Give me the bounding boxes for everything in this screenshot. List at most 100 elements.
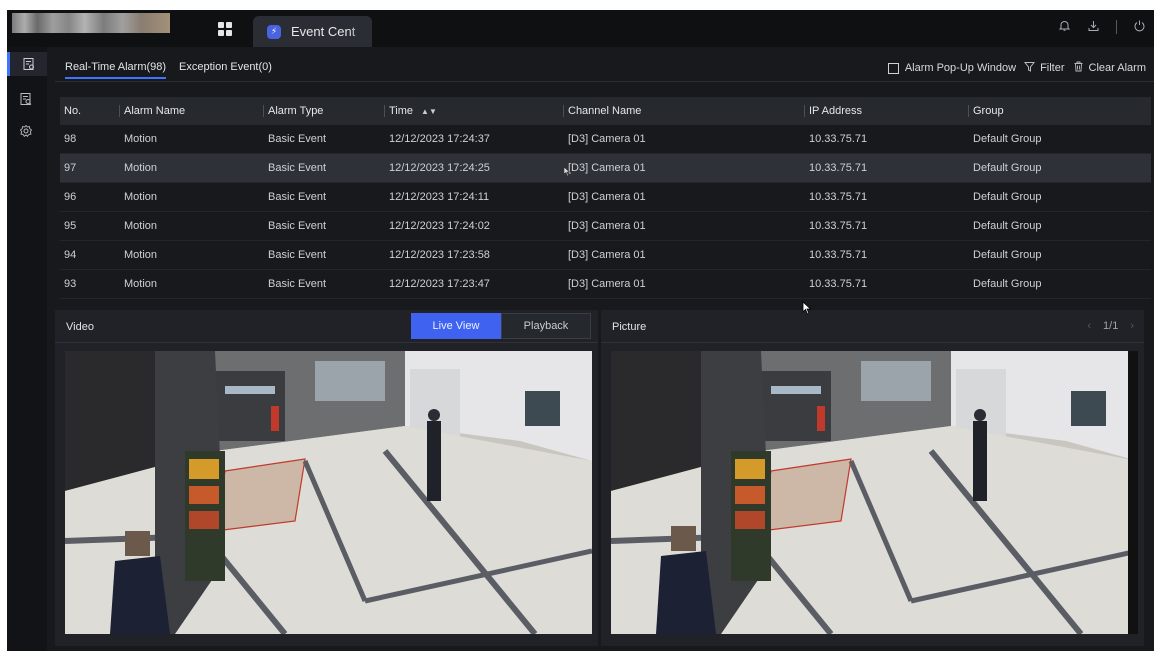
video-panel: Video Live View Playback bbox=[55, 310, 598, 646]
alarm-popup-label: Alarm Pop-Up Window bbox=[904, 62, 1017, 74]
col-time[interactable]: Time ▲▼ bbox=[384, 97, 437, 125]
camera-snapshot bbox=[611, 351, 1138, 634]
table-row[interactable]: 93 Motion Basic Event 12/12/2023 17:23:47 [D… bbox=[60, 270, 1151, 299]
col-channel-name[interactable]: Channel Name bbox=[562, 97, 641, 125]
cell-alarm-type: Basic Event bbox=[268, 191, 327, 203]
page-indicator: 1/1 bbox=[1103, 320, 1119, 332]
cell-group: Default Group bbox=[973, 220, 1042, 232]
cell-time: 12/12/2023 17:24:02 bbox=[389, 220, 490, 232]
top-bar: ⚡ Event Cent bbox=[7, 10, 1154, 47]
cell-ip-address: 10.33.75.71 bbox=[809, 220, 868, 232]
alarm-sub-tabs: Real-Time Alarm(98) Exception Event(0) A… bbox=[55, 47, 1154, 82]
table-header: No. Alarm Name Alarm Type Time ▲▼ Channe… bbox=[60, 97, 1151, 125]
brand-logo bbox=[12, 13, 170, 33]
col-alarm-type[interactable]: Alarm Type bbox=[262, 97, 323, 125]
filter-icon bbox=[1024, 61, 1036, 75]
cell-alarm-name: Motion bbox=[124, 191, 158, 203]
table-actions: Alarm Pop-Up Window Filter Clear Alarm bbox=[887, 61, 1146, 75]
cell-time: 12/12/2023 17:23:47 bbox=[389, 278, 490, 290]
filter-label: Filter bbox=[1040, 62, 1065, 74]
cell-ip-address: 10.33.75.71 bbox=[809, 133, 868, 145]
table-body: 98 Motion Basic Event 12/12/2023 17:24:37 [D… bbox=[60, 125, 1151, 299]
cell-no: 97 bbox=[64, 162, 77, 174]
clear-alarm-label: Clear Alarm bbox=[1088, 62, 1146, 74]
cell-channel-name: [D3] Camera 01 bbox=[568, 191, 646, 203]
cell-alarm-name: Motion bbox=[124, 162, 158, 174]
tab-event-center-label: Event Cent bbox=[291, 24, 356, 39]
camera-scene bbox=[65, 351, 592, 634]
cell-alarm-name: Motion bbox=[124, 133, 158, 145]
settings-gear-icon[interactable] bbox=[14, 119, 38, 143]
cell-group: Default Group bbox=[973, 162, 1042, 174]
playback-button[interactable]: Playback bbox=[501, 313, 591, 339]
cell-time: 12/12/2023 17:24:11 bbox=[389, 191, 490, 203]
cell-group: Default Group bbox=[973, 278, 1042, 290]
cell-group: Default Group bbox=[973, 249, 1042, 261]
event-center-window: ⚡ Event Cent Real-Time Alarm(98) Excepti… bbox=[7, 10, 1154, 651]
picture-panel: Picture ‹ 1/1 › bbox=[601, 310, 1144, 646]
nav-log-search-icon[interactable] bbox=[14, 87, 38, 111]
bell-icon[interactable] bbox=[1058, 19, 1071, 35]
cell-alarm-type: Basic Event bbox=[268, 249, 327, 261]
table-row[interactable]: 97 Motion Basic Event 12/12/2023 17:24:25 [D… bbox=[60, 154, 1151, 183]
alarm-picture-frame[interactable] bbox=[611, 351, 1138, 634]
prev-page-icon[interactable]: ‹ bbox=[1087, 320, 1091, 332]
cell-time: 12/12/2023 17:23:58 bbox=[389, 249, 490, 261]
cell-no: 98 bbox=[64, 133, 77, 145]
cell-no: 96 bbox=[64, 191, 77, 203]
cell-alarm-type: Basic Event bbox=[268, 278, 327, 290]
col-ip-address[interactable]: IP Address bbox=[804, 97, 862, 125]
tab-event-center[interactable]: ⚡ Event Cent bbox=[253, 16, 372, 47]
cell-alarm-type: Basic Event bbox=[268, 220, 327, 232]
col-no[interactable]: No. bbox=[64, 97, 81, 125]
picture-panel-title: Picture bbox=[612, 321, 647, 333]
cell-time: 12/12/2023 17:24:25 bbox=[389, 162, 490, 174]
trash-icon bbox=[1073, 61, 1084, 75]
top-right-icons bbox=[1058, 19, 1146, 35]
col-alarm-name[interactable]: Alarm Name bbox=[118, 97, 185, 125]
cell-alarm-name: Motion bbox=[124, 220, 158, 232]
cell-channel-name: [D3] Camera 01 bbox=[568, 162, 646, 174]
tab-real-time-alarm[interactable]: Real-Time Alarm(98) bbox=[65, 61, 167, 79]
cell-group: Default Group bbox=[973, 191, 1042, 203]
app-grid-icon[interactable] bbox=[218, 22, 232, 36]
alarm-table: No. Alarm Name Alarm Type Time ▲▼ Channe… bbox=[60, 97, 1151, 299]
cell-no: 95 bbox=[64, 220, 77, 232]
col-time-label: Time bbox=[389, 105, 414, 117]
checkbox-icon bbox=[887, 62, 899, 74]
clear-alarm-button[interactable]: Clear Alarm bbox=[1073, 61, 1146, 75]
table-row[interactable]: 98 Motion Basic Event 12/12/2023 17:24:37 [D… bbox=[60, 125, 1151, 154]
left-nav-rail bbox=[7, 47, 47, 651]
table-row[interactable]: 95 Motion Basic Event 12/12/2023 17:24:02 [D… bbox=[60, 212, 1151, 241]
col-group[interactable]: Group bbox=[968, 97, 1004, 125]
cell-channel-name: [D3] Camera 01 bbox=[568, 220, 646, 232]
cell-no: 94 bbox=[64, 249, 77, 261]
cell-alarm-type: Basic Event bbox=[268, 162, 327, 174]
download-icon[interactable] bbox=[1087, 19, 1100, 35]
secondary-cursor-icon bbox=[563, 166, 571, 177]
table-row[interactable]: 94 Motion Basic Event 12/12/2023 17:23:58 [D… bbox=[60, 241, 1151, 270]
alarm-popup-checkbox[interactable]: Alarm Pop-Up Window bbox=[887, 62, 1017, 74]
cell-group: Default Group bbox=[973, 133, 1042, 145]
table-row[interactable]: 96 Motion Basic Event 12/12/2023 17:24:11 [D… bbox=[60, 183, 1151, 212]
cell-channel-name: [D3] Camera 01 bbox=[568, 249, 646, 261]
nav-event-icon[interactable] bbox=[7, 52, 47, 76]
power-icon[interactable] bbox=[1133, 19, 1146, 35]
live-view-button[interactable]: Live View bbox=[411, 313, 501, 339]
live-video-frame[interactable] bbox=[65, 351, 592, 634]
filter-button[interactable]: Filter bbox=[1024, 61, 1065, 75]
cell-alarm-type: Basic Event bbox=[268, 133, 327, 145]
event-center-icon: ⚡ bbox=[267, 24, 281, 39]
sort-icon[interactable]: ▲▼ bbox=[421, 107, 437, 116]
video-panel-title: Video bbox=[66, 321, 94, 333]
cell-alarm-name: Motion bbox=[124, 249, 158, 261]
next-page-icon[interactable]: › bbox=[1130, 320, 1134, 332]
view-mode-toggle: Live View Playback bbox=[411, 313, 591, 339]
cell-channel-name: [D3] Camera 01 bbox=[568, 133, 646, 145]
cell-time: 12/12/2023 17:24:37 bbox=[389, 133, 490, 145]
cell-ip-address: 10.33.75.71 bbox=[809, 278, 868, 290]
mouse-cursor-icon bbox=[802, 301, 812, 315]
cell-ip-address: 10.33.75.71 bbox=[809, 249, 868, 261]
cell-alarm-name: Motion bbox=[124, 278, 158, 290]
tab-exception-event[interactable]: Exception Event(0) bbox=[179, 61, 272, 73]
